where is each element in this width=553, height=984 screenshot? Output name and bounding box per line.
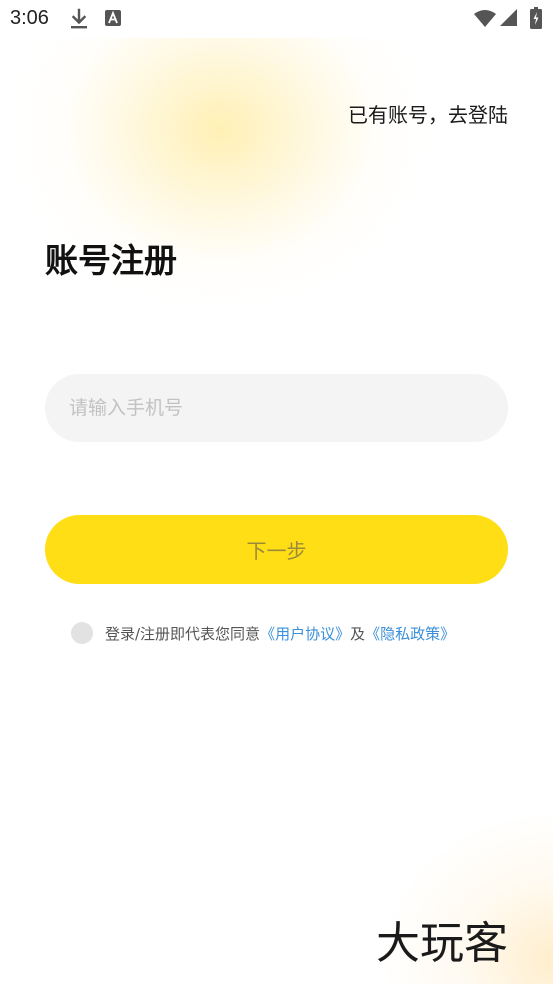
- user-agreement-link[interactable]: 《用户协议》: [260, 623, 350, 644]
- a-icon: [104, 8, 122, 32]
- status-bar: 3:06: [0, 0, 553, 38]
- battery-icon: [530, 7, 542, 33]
- signal-icon: [500, 9, 518, 31]
- agreement-prefix: 登录/注册即代表您同意: [105, 624, 261, 643]
- agreement-row: 登录/注册即代表您同意 《用户协议》 及 《隐私政策》: [71, 621, 455, 645]
- page-title: 账号注册: [45, 241, 177, 280]
- watermark-logo: 大玩客: [376, 918, 508, 968]
- svg-text:大玩客: 大玩客: [376, 918, 508, 968]
- download-icon: [68, 8, 90, 34]
- login-link[interactable]: 已有账号，去登陆: [348, 99, 508, 128]
- phone-input[interactable]: [45, 374, 508, 442]
- next-button[interactable]: 下一步: [45, 515, 508, 584]
- register-screen: 3:06 已有账号，去登陆 账号注册 请输入手机号 下一步 登录/注册即代表您同…: [0, 0, 553, 984]
- agreement-checkbox[interactable]: [71, 622, 93, 644]
- status-time: 3:06: [10, 7, 49, 29]
- agreement-conjunction: 及: [350, 624, 366, 643]
- privacy-policy-link[interactable]: 《隐私政策》: [365, 623, 455, 644]
- wifi-icon: [474, 9, 496, 31]
